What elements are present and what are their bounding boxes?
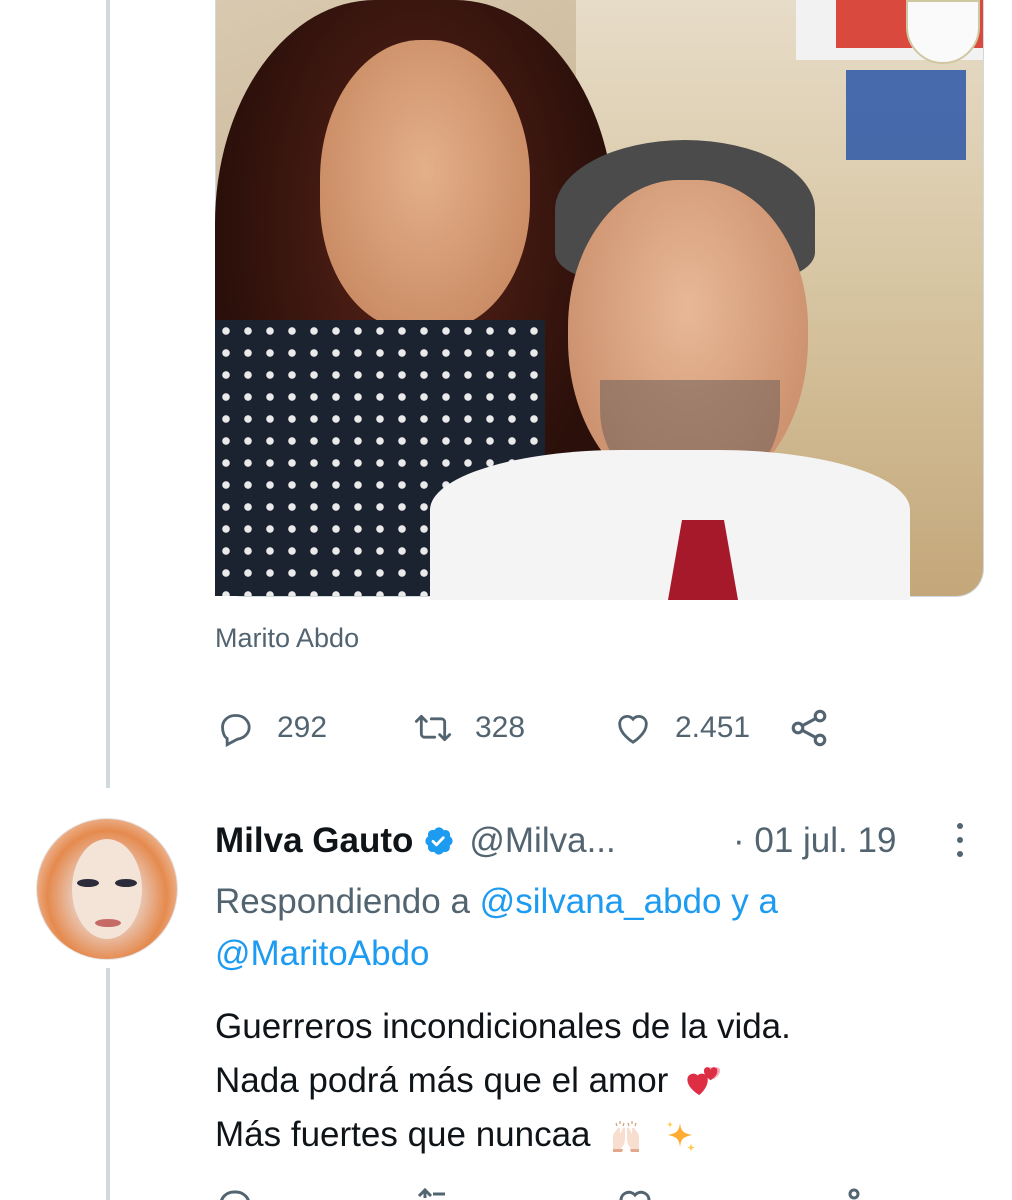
tweet-timestamp[interactable]: · 01 jul. 19 xyxy=(733,818,896,864)
raising-hands-emoji xyxy=(613,1120,640,1152)
reply-button-partial[interactable] xyxy=(215,1184,255,1200)
thread-line-bottom xyxy=(106,968,110,1200)
reply-count: 292 xyxy=(277,711,328,744)
reply-icon xyxy=(220,1190,250,1200)
tweet-text-line-3: Más fuertes que nuncaa xyxy=(215,1115,591,1154)
like-icon xyxy=(619,1190,651,1200)
retweet-count: 328 xyxy=(475,711,526,744)
like-icon xyxy=(618,714,648,744)
like-button-partial[interactable] xyxy=(615,1184,655,1200)
share-button-partial[interactable] xyxy=(840,1184,880,1200)
reply-header: Milva Gauto @Milva... xyxy=(215,818,616,864)
thread-line-top xyxy=(106,0,110,788)
author-handle[interactable]: @Milva... xyxy=(469,821,615,861)
two-hearts-emoji xyxy=(687,1066,721,1095)
replying-prefix: Respondiendo a xyxy=(215,882,470,921)
verified-badge-icon xyxy=(425,827,453,855)
retweet-icon xyxy=(414,714,452,742)
like-button[interactable]: 2.451 xyxy=(613,708,813,748)
tweet-action-bar: 292 328 2.451 xyxy=(215,700,831,756)
tweet-text-line-1: Guerreros incondicionales de la vida. xyxy=(215,1007,791,1046)
share-icon xyxy=(848,1188,860,1200)
more-icon[interactable] xyxy=(948,820,972,860)
tweet-text-line-2: Nada podrá más que el amor xyxy=(215,1061,669,1100)
retweet-button[interactable]: 328 xyxy=(413,708,613,748)
replying-to: Respondiendo a @silvana_abdo y a @Marito… xyxy=(215,876,955,980)
author-name[interactable]: Milva Gauto xyxy=(215,821,413,861)
media-source-label[interactable]: Marito Abdo xyxy=(215,623,359,654)
avatar[interactable] xyxy=(36,818,178,960)
reply-button[interactable]: 292 xyxy=(215,708,413,748)
photo-white-shirt xyxy=(430,450,910,600)
mention-silvana[interactable]: @silvana_abdo xyxy=(480,882,722,921)
retweet-icon xyxy=(417,1187,445,1198)
reply-icon xyxy=(221,714,251,748)
share-button[interactable] xyxy=(787,706,831,750)
mention-marito[interactable]: @MaritoAbdo xyxy=(215,934,430,973)
replying-and: y a xyxy=(731,882,778,921)
photo-person-face xyxy=(320,40,530,330)
tweet-text: Guerreros incondicionales de la vida. Na… xyxy=(215,1000,975,1162)
reply-action-bar xyxy=(215,1184,865,1200)
like-count: 2.451 xyxy=(675,711,751,744)
sparkles-emoji xyxy=(666,1120,695,1152)
retweet-button-partial[interactable] xyxy=(415,1184,455,1200)
share-icon xyxy=(791,709,827,747)
